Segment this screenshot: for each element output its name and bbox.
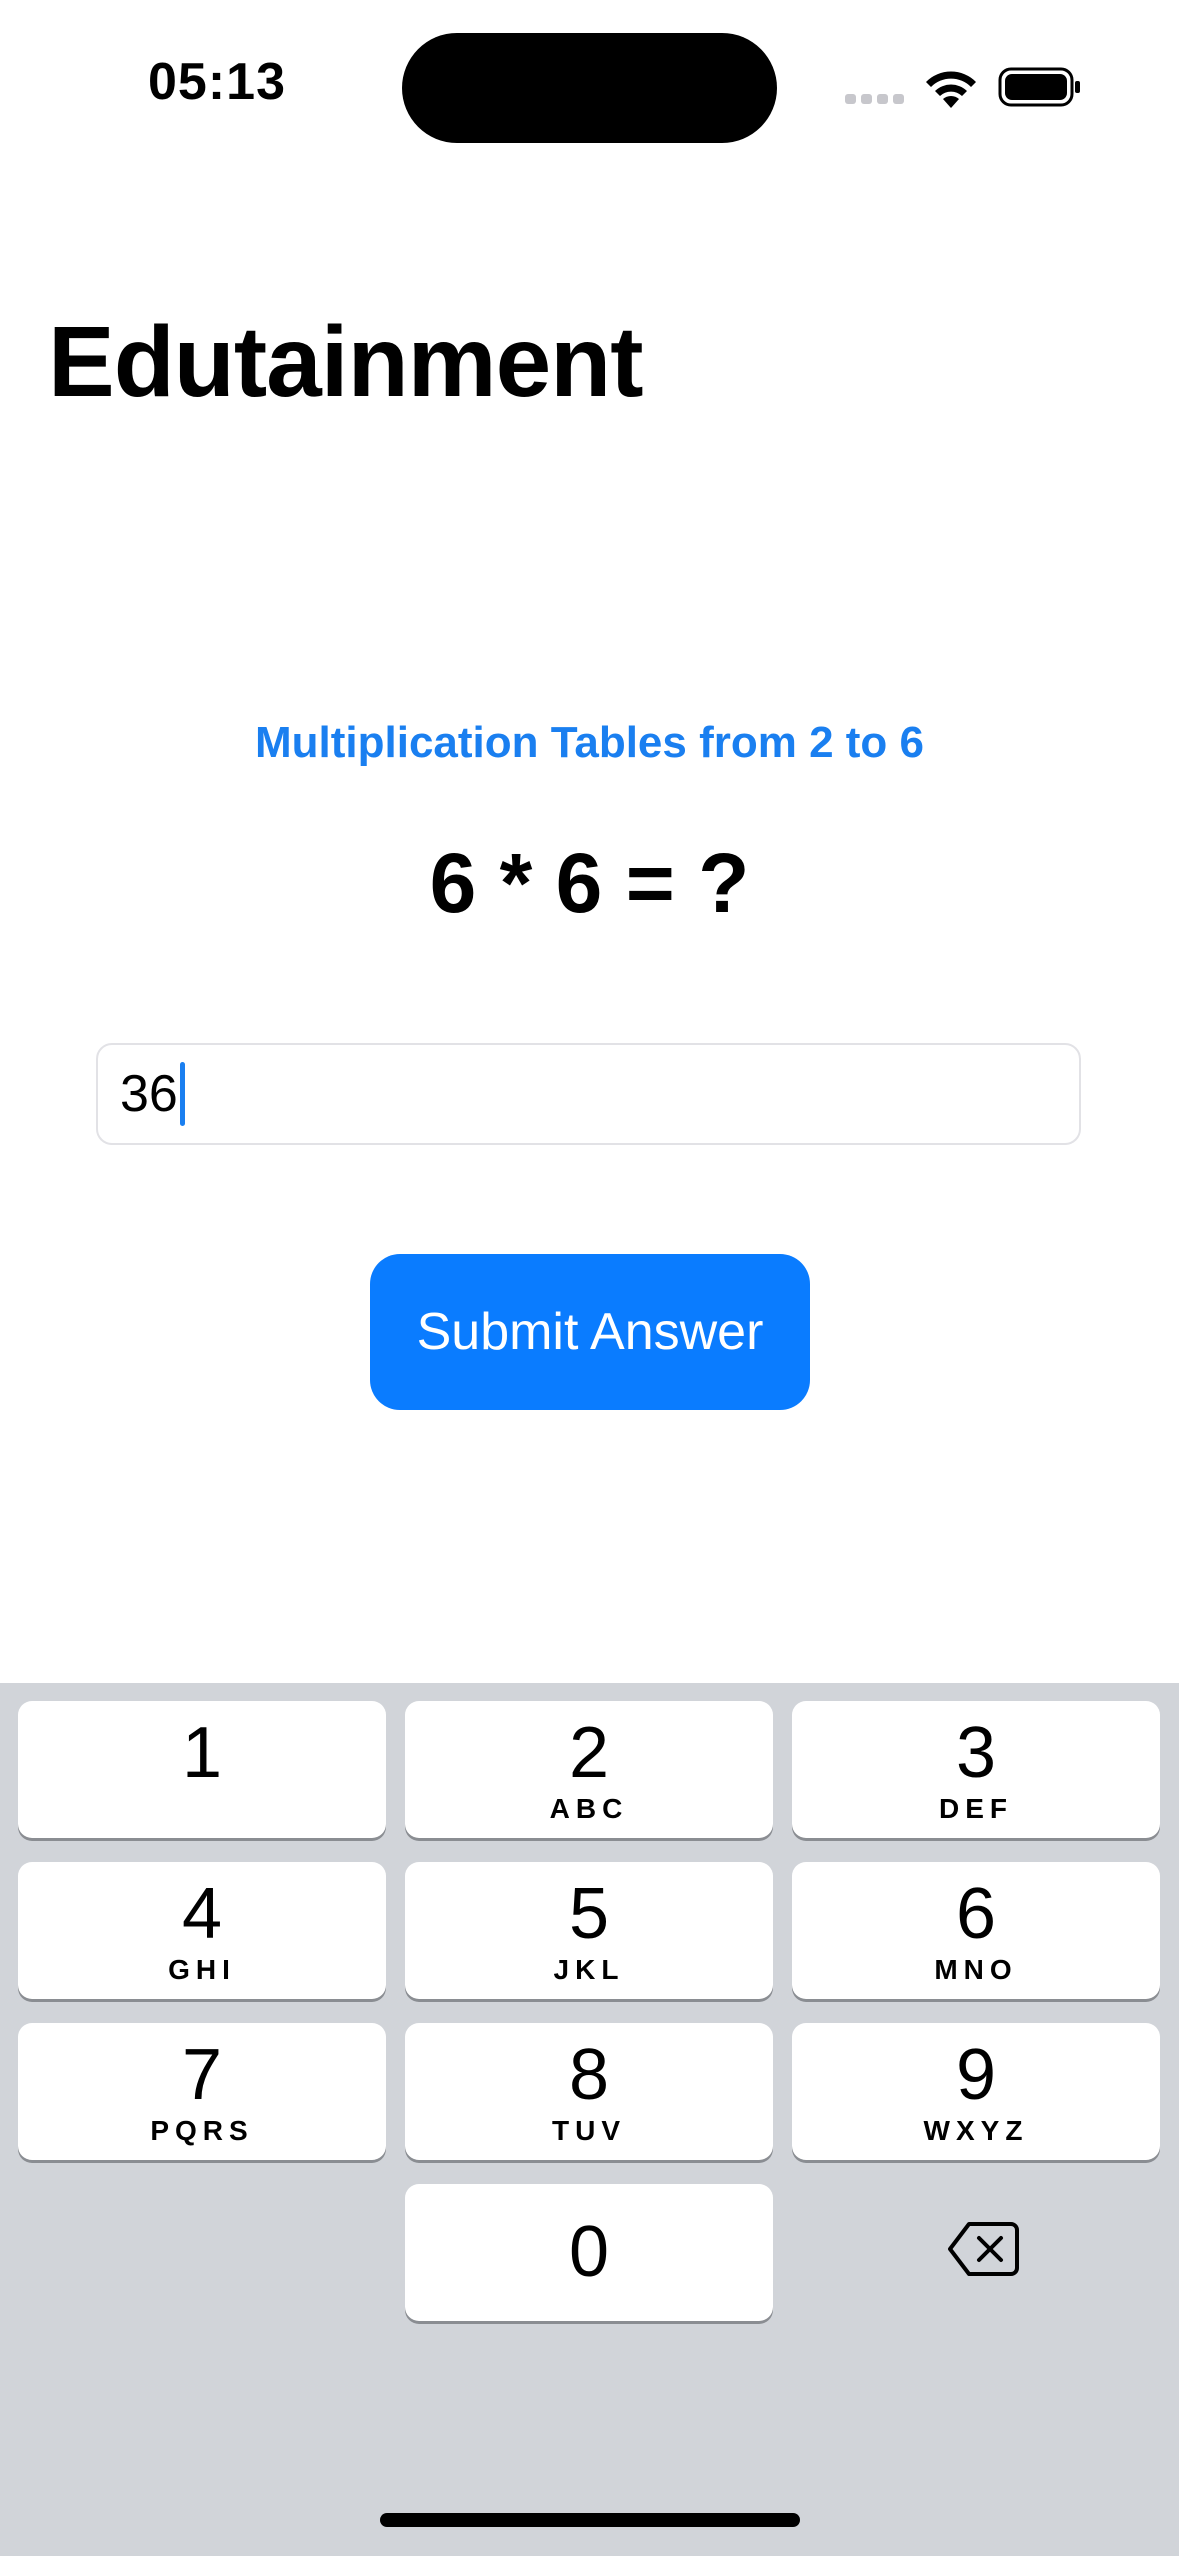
game-subtitle: Multiplication Tables from 2 to 6 [254,718,925,767]
key-3[interactable]: 3 DEF [792,1701,1160,1838]
numeric-keypad: 1 2 ABC 3 DEF 4 GHI 5 JKL 6 MNO 7 PQRS 8 [0,1683,1179,2556]
key-1[interactable]: 1 [18,1701,386,1838]
text-cursor [179,1062,185,1126]
battery-icon [998,67,1080,107]
key-letters: WXYZ [923,2115,1029,2146]
edutainment-screen: 05:13 Edutainment Multiplication Tables … [0,0,1179,2556]
key-digit: 8 [568,2035,610,2115]
key-digit: 9 [955,2035,997,2115]
key-digit: 0 [568,2212,610,2292]
key-2[interactable]: 2 ABC [405,1701,773,1838]
dynamic-island [402,33,777,143]
wifi-icon [926,71,976,108]
key-digit: 7 [181,2035,223,2115]
key-7[interactable]: 7 PQRS [18,2023,386,2160]
key-digit: 1 [181,1713,223,1793]
key-letters: GHI [168,1954,236,1985]
key-8[interactable]: 8 TUV [405,2023,773,2160]
answer-value: 36 [120,1065,178,1123]
key-letters: PQRS [150,2115,254,2146]
status-time: 05:13 [148,53,286,111]
cellular-signal-icon [845,94,904,104]
submit-answer-button[interactable]: Submit Answer [370,1254,810,1410]
answer-field[interactable]: 36 [96,1043,1081,1145]
question-label: 6 * 6 = ? [429,836,750,930]
key-letters: MNO [934,1954,1018,1985]
key-letters: DEF [939,1793,1013,1824]
key-letters: JKL [553,1954,625,1985]
key-5[interactable]: 5 JKL [405,1862,773,1999]
key-digit: 4 [181,1874,223,1954]
key-9[interactable]: 9 WXYZ [792,2023,1160,2160]
key-digit: 5 [568,1874,610,1954]
key-digit: 6 [955,1874,997,1954]
key-letters: TUV [552,2115,626,2146]
key-0[interactable]: 0 [405,2184,773,2321]
key-digit: 3 [955,1713,997,1793]
key-letters: ABC [549,1793,629,1824]
key-4[interactable]: 4 GHI [18,1862,386,1999]
page-title: Edutainment [48,306,644,418]
home-indicator[interactable] [380,2513,800,2527]
key-6[interactable]: 6 MNO [792,1862,1160,1999]
delete-backspace-icon[interactable] [947,2220,1019,2278]
key-digit: 2 [568,1713,610,1793]
